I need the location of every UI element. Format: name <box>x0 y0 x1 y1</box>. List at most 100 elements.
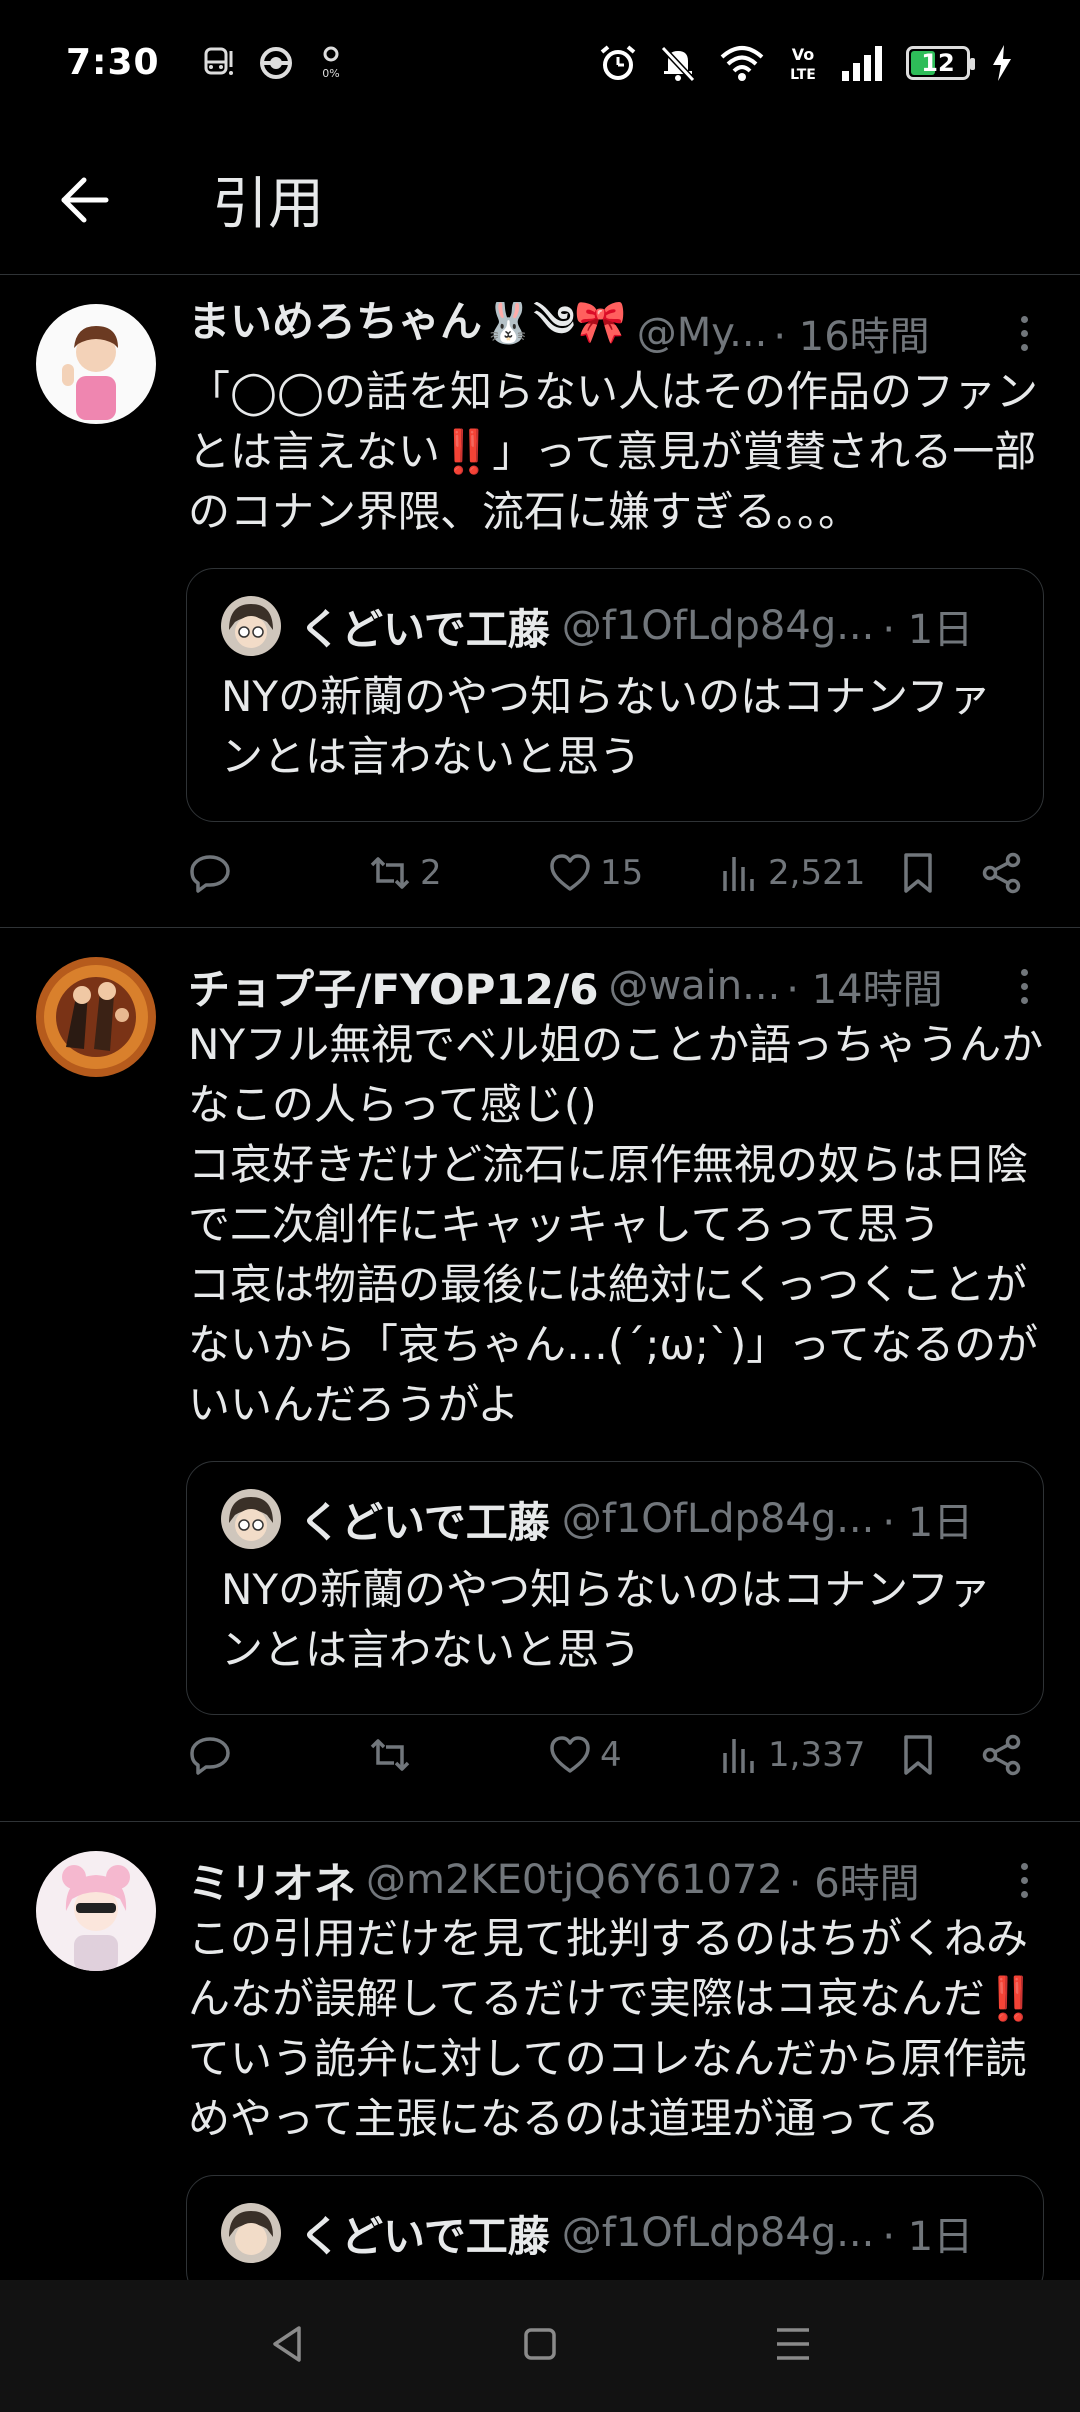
like-count: 4 <box>600 1735 622 1775</box>
retweet-button[interactable]: 2 <box>368 851 548 895</box>
tweet-card[interactable]: ミリオネ @m2KE0tjQ6Y61072 · 6時間 この引用だけを見て批判す… <box>0 1823 1080 2280</box>
tweet-time[interactable]: · 14時間 <box>786 957 942 1015</box>
quoted-tweet-text: NYの新蘭のやつ知らないのはコナンファンとは言わないと思う <box>221 1565 991 1674</box>
nav-back-button[interactable] <box>265 2322 309 2370</box>
quoted-avatar-image-icon <box>221 2203 281 2263</box>
author-handle[interactable]: @wain... <box>608 963 780 1009</box>
share-button[interactable] <box>980 851 1024 895</box>
views-icon <box>723 1739 754 1773</box>
quoted-avatar <box>221 596 281 656</box>
reply-button[interactable] <box>188 851 368 895</box>
tweet-meta: まいめろちゃん🐰༄🎀 @My... · 16時間 <box>188 302 1044 364</box>
tweet-card[interactable]: まいめろちゃん🐰༄🎀 @My... · 16時間 「◯◯の話を知らない人はその作… <box>0 276 1080 928</box>
page-title: 引用 <box>212 172 324 237</box>
avatar[interactable] <box>36 1851 156 1971</box>
views-button[interactable]: 1,337 <box>720 1733 898 1777</box>
share-icon <box>982 852 1021 894</box>
back-triangle-icon <box>272 2326 301 2362</box>
reply-button[interactable] <box>188 1733 368 1777</box>
nav-recents-button[interactable] <box>771 2322 815 2370</box>
home-square-icon <box>524 2328 556 2360</box>
author-name[interactable]: ミリオネ <box>188 1850 356 1911</box>
quoted-tweet-text: NYの新蘭のやつ知らないのはコナンファンとは言わないと思う <box>221 672 991 781</box>
author-name[interactable]: チョプ子/FYOP12/6 <box>188 956 598 1017</box>
quoted-tweet-time: · 1日 <box>882 607 974 653</box>
share-button[interactable] <box>980 1733 1024 1777</box>
status-time: 7:30 <box>66 42 160 83</box>
wifi-icon <box>720 45 764 81</box>
heart-icon <box>550 1736 590 1773</box>
view-count: 1,337 <box>768 1735 866 1775</box>
volte-icon: Vo LTE <box>790 45 816 83</box>
avatar[interactable] <box>36 957 156 1077</box>
view-count: 2,521 <box>768 853 866 893</box>
quoted-author-handle: @f1OfLdp84g... <box>561 2210 875 2256</box>
retweet-button[interactable] <box>368 1733 548 1777</box>
svg-text:LTE: LTE <box>790 67 816 83</box>
svg-text:0%: 0% <box>322 67 339 80</box>
like-count: 15 <box>600 853 644 893</box>
author-handle[interactable]: @m2KE0tjQ6Y61072 <box>366 1857 783 1903</box>
quoted-tweet[interactable]: くどいで工藤 @f1OfLdp84g... · 1日 NYの新蘭のやつ知らないの… <box>186 568 1044 822</box>
tweet-text: この引用だけを見て批判するのはちがくねみんなが誤解してるだけで実際はコ哀なんだ‼… <box>188 1914 1038 2143</box>
quoted-tweet[interactable]: くどいで工藤 @f1OfLdp84g... · 1日 NYの新蘭のやつ知らないの… <box>186 1461 1044 1715</box>
retweet-icon <box>370 1739 410 1771</box>
heart-icon <box>550 854 590 891</box>
system-navigation-bar <box>0 2280 1080 2412</box>
bookmark-button[interactable] <box>898 1733 980 1777</box>
views-icon <box>723 857 754 891</box>
quoted-author-name: くどいで工藤 <box>299 2211 550 2261</box>
quoted-author-name: くどいで工藤 <box>299 604 550 654</box>
tweet-card[interactable]: チョプ子/FYOP12/6 @wain... · 14時間 NYフル無視でベル姐… <box>0 929 1080 1822</box>
quoted-avatar <box>221 2203 281 2263</box>
tweet-text: 「◯◯の話を知らない人はその作品のファンとは言えない‼️」って意見が賞賛される一… <box>188 367 1039 536</box>
author-name[interactable]: まいめろちゃん🐰༄🎀 <box>188 302 627 364</box>
bookmark-icon <box>904 1735 932 1775</box>
battery-icon: 12 <box>906 45 975 80</box>
signal-icon <box>842 45 882 81</box>
mute-icon <box>660 45 696 82</box>
retweet-icon <box>370 857 410 889</box>
quoted-tweet-meta: くどいで工藤 @f1OfLdp84g... · 1日 <box>221 2202 1009 2264</box>
quoted-author-handle: @f1OfLdp84g... <box>561 1496 875 1542</box>
views-button[interactable]: 2,521 <box>720 851 898 895</box>
avatar[interactable] <box>36 304 156 424</box>
tweet-time[interactable]: · 6時間 <box>789 1851 920 1909</box>
tweet-time[interactable]: · 16時間 <box>773 304 929 362</box>
alarm-icon <box>600 44 636 80</box>
battery-level: 12 <box>921 48 955 77</box>
app-header: 引用 <box>0 125 1080 275</box>
quoted-author-name: くどいで工藤 <box>299 1497 550 1547</box>
bookmark-button[interactable] <box>898 851 980 895</box>
bookmark-icon <box>904 853 932 893</box>
quoted-avatar <box>221 1489 281 1549</box>
back-button[interactable] <box>24 140 144 260</box>
tweet-meta: チョプ子/FYOP12/6 @wain... · 14時間 <box>188 955 1044 1017</box>
more-options-icon[interactable] <box>1004 968 1044 1004</box>
recents-menu-icon <box>777 2328 810 2360</box>
quoted-tweet-meta: くどいで工藤 @f1OfLdp84g... · 1日 <box>221 595 1009 657</box>
more-options-icon[interactable] <box>1004 1862 1044 1898</box>
author-handle[interactable]: @My... <box>637 310 768 356</box>
share-icon <box>982 1734 1021 1776</box>
quoted-avatar-image-icon <box>221 1489 281 1549</box>
train-notification-icon <box>204 47 233 75</box>
avatar-image-icon <box>36 957 156 1077</box>
status-left-icons: 0% <box>200 45 346 81</box>
like-button[interactable]: 15 <box>548 851 720 895</box>
back-arrow-icon <box>61 177 109 222</box>
reply-icon <box>190 1737 230 1775</box>
more-options-icon[interactable] <box>1004 315 1044 351</box>
data-saver-icon: 0% <box>322 46 339 80</box>
quoted-tweet[interactable]: くどいで工藤 @f1OfLdp84g... · 1日 <box>186 2175 1044 2280</box>
tweet-meta: ミリオネ @m2KE0tjQ6Y61072 · 6時間 <box>188 1849 1044 1911</box>
nav-home-button[interactable] <box>518 2322 562 2370</box>
quoted-tweet-time: · 1日 <box>882 2214 974 2260</box>
tweet-text: NYフル無視でベル姐のことか語っちゃうんかなこの人らって感じ() コ哀好きだけど… <box>188 1020 1044 1429</box>
quoted-author-handle: @f1OfLdp84g... <box>561 603 875 649</box>
status-bar: 7:30 0% Vo LTE 12 <box>0 0 1080 125</box>
sync-icon <box>259 46 292 79</box>
svg-text:Vo: Vo <box>792 45 815 64</box>
charging-icon <box>993 44 1011 81</box>
like-button[interactable]: 4 <box>548 1733 720 1777</box>
